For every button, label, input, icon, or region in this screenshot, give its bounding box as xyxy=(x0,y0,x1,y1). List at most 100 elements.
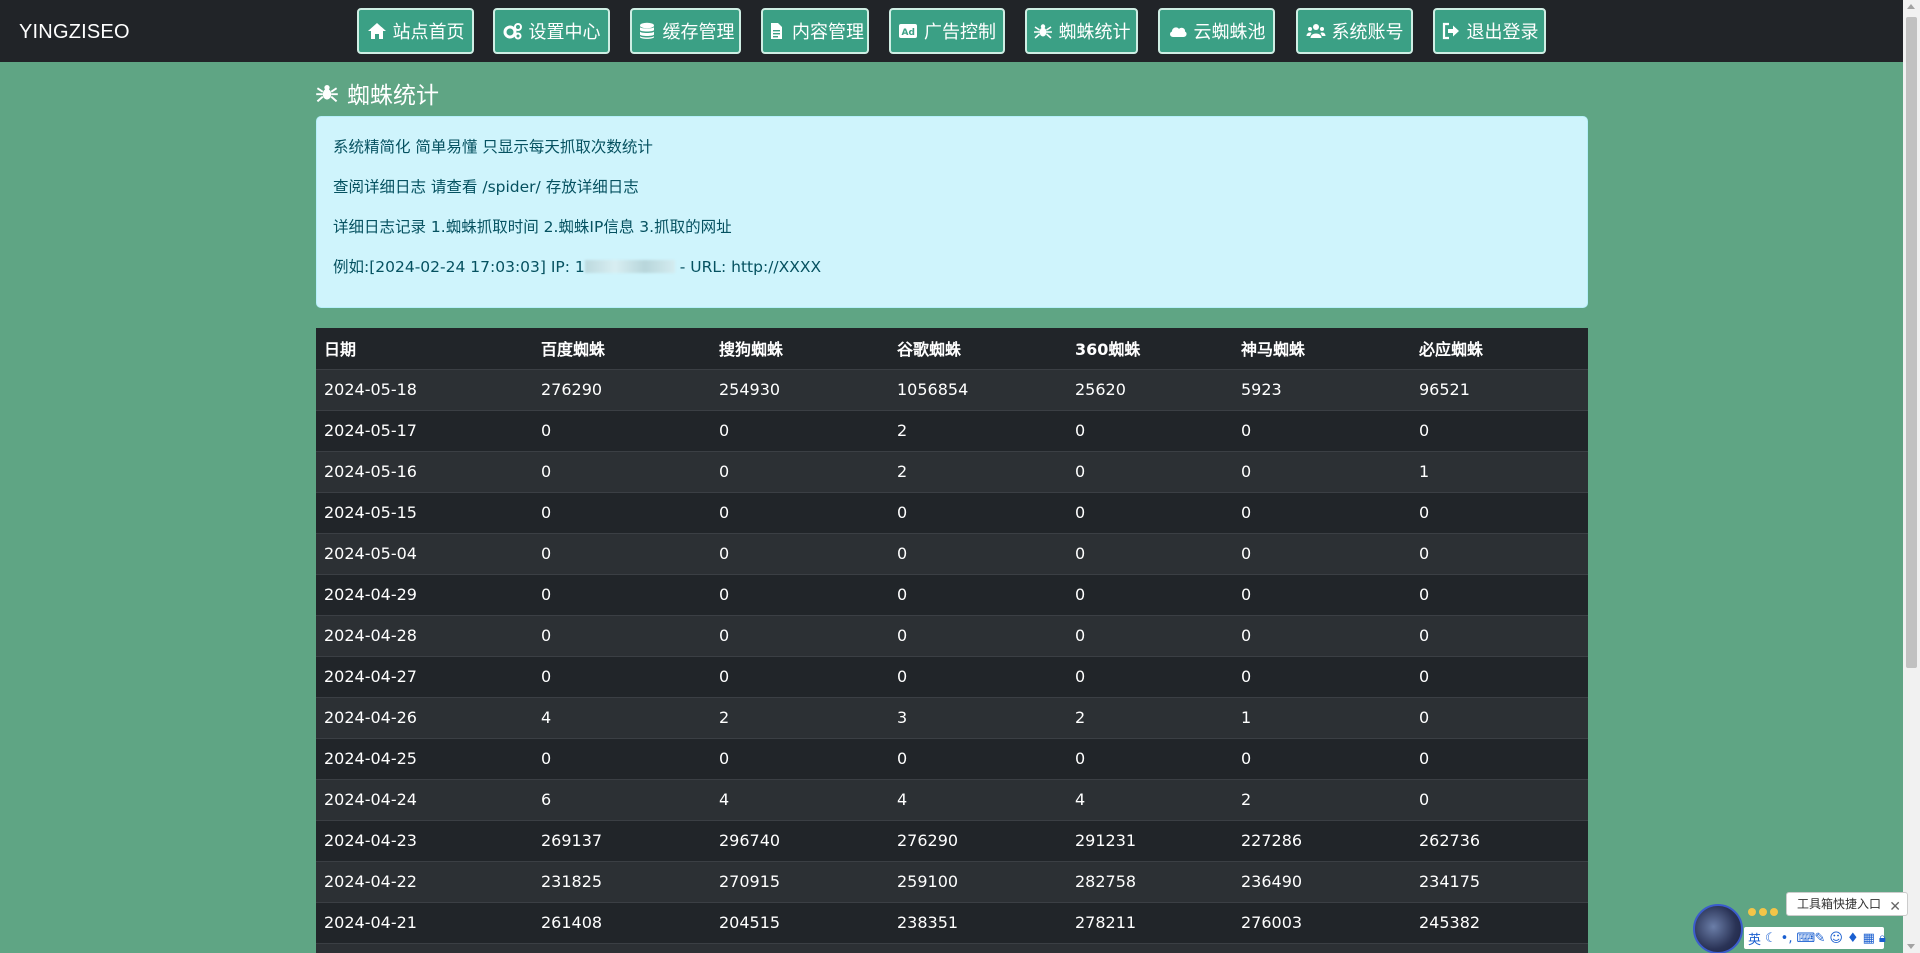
date-cell: 2024-04-24 xyxy=(316,779,533,821)
nav-label: 广告控制 xyxy=(924,22,996,43)
page-title-text: 蜘蛛统计 xyxy=(347,83,439,109)
nav-button-spider-stats[interactable]: 蜘蛛统计 xyxy=(1025,8,1138,54)
scroll-up-arrow[interactable] xyxy=(1907,4,1915,9)
count-cell: 5923 xyxy=(1233,369,1411,411)
count-cell: 282758 xyxy=(1067,861,1233,903)
close-icon[interactable]: ✕ xyxy=(1889,896,1901,918)
ime-language[interactable]: 英 xyxy=(1748,929,1761,948)
scroll-thumb[interactable] xyxy=(1906,17,1917,668)
count-cell: 2 xyxy=(889,451,1067,493)
count-cell: 0 xyxy=(533,533,711,575)
count-cell: 1 xyxy=(1233,697,1411,739)
count-cell: 269137 xyxy=(533,820,711,862)
ime-toolbar[interactable]: 英 ☾ •, ⌨ ✎ ☺ ♦ ▦ 🔒︎ xyxy=(1744,927,1886,949)
date-cell: 2024-04-23 xyxy=(316,820,533,862)
table-row xyxy=(316,943,1588,953)
wrench-icon[interactable]: ✎ xyxy=(1814,931,1825,946)
count-cell: 0 xyxy=(1233,738,1411,780)
nav-label: 内容管理 xyxy=(792,22,864,43)
keyboard-icon[interactable]: ⌨ xyxy=(1796,931,1815,946)
nav-button-cloud-pool[interactable]: 云蜘蛛池 xyxy=(1158,8,1275,54)
count-cell: 0 xyxy=(1411,410,1588,452)
count-cell: 0 xyxy=(889,738,1067,780)
count-cell: 204515 xyxy=(711,902,889,944)
table-header: 日期 百度蜘蛛 搜狗蜘蛛 谷歌蜘蛛 360蜘蛛 神马蜘蛛 必应蜘蛛 xyxy=(316,328,1588,370)
top-navbar: YINGZISEO 站点首页 设置中心 缓存管理 内容管理 Ad 广告控制 蜘蛛… xyxy=(0,0,1903,62)
count-cell: 1056854 xyxy=(889,369,1067,411)
count-cell: 0 xyxy=(711,410,889,452)
spider-icon xyxy=(316,84,338,103)
count-cell: 278211 xyxy=(1067,902,1233,944)
date-cell: 2024-04-28 xyxy=(316,615,533,657)
date-cell: 2024-05-17 xyxy=(316,410,533,452)
count-cell: 0 xyxy=(889,574,1067,616)
scroll-down-arrow[interactable] xyxy=(1907,944,1915,949)
info-alert: 系统精简化 简单易懂 只显示每天抓取次数统计 查阅详细日志 请查看 /spide… xyxy=(316,116,1588,308)
table-row: 2024-04-25 0 0 0 0 0 0 xyxy=(316,738,1588,780)
nav-button-accounts[interactable]: 系统账号 xyxy=(1296,8,1413,54)
count-cell: 0 xyxy=(1233,574,1411,616)
count-cell: 0 xyxy=(1067,451,1233,493)
brand-logo[interactable]: YINGZISEO xyxy=(19,21,130,44)
count-cell: 2 xyxy=(1067,697,1233,739)
table-row: 2024-04-26 4 2 3 2 1 0 xyxy=(316,697,1588,739)
nav-button-cache[interactable]: 缓存管理 xyxy=(630,8,741,54)
count-cell: 0 xyxy=(711,656,889,698)
count-cell: 276290 xyxy=(889,820,1067,862)
count-cell xyxy=(1411,943,1588,953)
table-row: 2024-04-28 0 0 0 0 0 0 xyxy=(316,615,1588,657)
nav-label: 云蜘蛛池 xyxy=(1193,22,1266,43)
emoji-icon[interactable]: ☺ xyxy=(1829,931,1843,946)
nav-label: 设置中心 xyxy=(528,22,601,43)
spider-icon xyxy=(1033,22,1053,40)
table-row: 2024-04-22 231825 270915 259100 282758 236490… xyxy=(316,861,1588,903)
nav-button-logout[interactable]: 退出登录 xyxy=(1433,8,1546,54)
nav-button-settings[interactable]: 设置中心 xyxy=(493,8,610,54)
lock-icon[interactable]: 🔒︎ xyxy=(1879,931,1886,946)
table-row: 2024-04-23 269137 296740 276290 291231 227286… xyxy=(316,820,1588,862)
punctuation-icon[interactable]: •, xyxy=(1781,931,1793,946)
count-cell: 0 xyxy=(1411,492,1588,534)
date-cell: 2024-04-29 xyxy=(316,574,533,616)
skin-icon[interactable]: ♦ xyxy=(1847,931,1859,946)
info-line: 系统精简化 简单易懂 只显示每天抓取次数统计 xyxy=(333,138,653,156)
count-cell: 259100 xyxy=(889,861,1067,903)
count-cell: 296740 xyxy=(711,820,889,862)
count-cell: 231825 xyxy=(533,861,711,903)
toolbox-avatar[interactable] xyxy=(1693,904,1743,953)
table-row: 2024-04-27 0 0 0 0 0 0 xyxy=(316,656,1588,698)
count-cell: 0 xyxy=(1067,533,1233,575)
moon-icon[interactable]: ☾ xyxy=(1765,931,1777,946)
count-cell xyxy=(889,943,1067,953)
count-cell: 0 xyxy=(1411,779,1588,821)
count-cell: 0 xyxy=(711,492,889,534)
toolbox-status-dots xyxy=(1748,908,1778,916)
gears-icon xyxy=(503,22,523,40)
count-cell: 0 xyxy=(533,656,711,698)
grid-icon[interactable]: ▦ xyxy=(1863,931,1875,946)
table-row: 2024-05-17 0 0 2 0 0 0 xyxy=(316,410,1588,452)
count-cell: 4 xyxy=(1067,779,1233,821)
count-cell: 2 xyxy=(889,410,1067,452)
count-cell: 0 xyxy=(533,451,711,493)
count-cell: 261408 xyxy=(533,902,711,944)
count-cell: 254930 xyxy=(711,369,889,411)
table-row: 2024-04-29 0 0 0 0 0 0 xyxy=(316,574,1588,616)
nav-button-home[interactable]: 站点首页 xyxy=(357,8,474,54)
redacted-ip xyxy=(584,259,675,273)
table-row: 2024-04-21 261408 204515 238351 278211 276003… xyxy=(316,902,1588,944)
logout-icon xyxy=(1441,22,1461,40)
count-cell xyxy=(1067,943,1233,953)
column-header: 日期 xyxy=(316,328,533,370)
count-cell: 0 xyxy=(1411,533,1588,575)
nav-button-content[interactable]: 内容管理 xyxy=(761,8,869,54)
count-cell: 0 xyxy=(1233,410,1411,452)
table-row: 2024-05-04 0 0 0 0 0 0 xyxy=(316,533,1588,575)
nav-button-ads[interactable]: Ad 广告控制 xyxy=(889,8,1005,54)
count-cell: 2 xyxy=(1233,779,1411,821)
date-cell: 2024-04-21 xyxy=(316,902,533,944)
toolbox-tooltip[interactable]: 工具箱快捷入口 ✕ xyxy=(1786,892,1909,918)
page-scrollbar[interactable] xyxy=(1903,0,1920,953)
count-cell: 0 xyxy=(711,574,889,616)
count-cell: 0 xyxy=(1233,656,1411,698)
